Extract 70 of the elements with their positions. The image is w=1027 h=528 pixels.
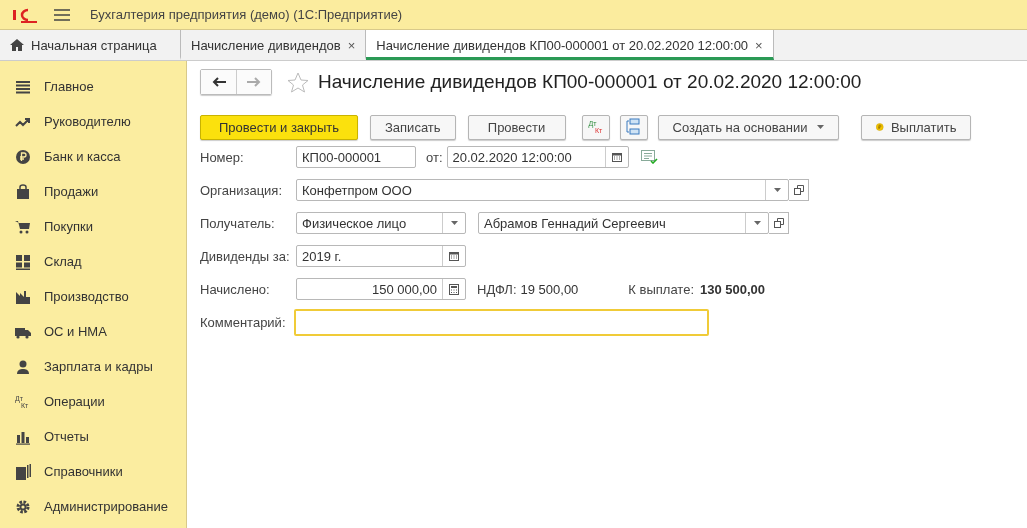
sidebar-item[interactable]: Справочники [0,454,186,489]
open-icon [773,218,784,228]
sidebar-item[interactable]: Покупки [0,209,186,244]
sidebar-item[interactable]: Зарплата и кадры [0,349,186,384]
home-icon [10,39,24,51]
field-label: Номер: [200,149,245,165]
toolbar-button[interactable]: Записать [370,114,456,140]
open-icon [793,185,804,195]
calendar-icon[interactable] [611,152,622,162]
close-icon[interactable]: × [755,37,763,53]
sidebar-item[interactable]: Производство [0,279,186,314]
list-icon [15,78,31,95]
note-check-icon[interactable] [640,150,658,164]
back-button[interactable] [201,70,236,94]
structure-icon [625,118,642,136]
calculator-icon[interactable] [449,283,459,295]
sidebar-item[interactable]: Отчеты [0,419,186,454]
field-label: К выплате: [628,281,694,297]
menu-icon[interactable] [54,8,70,21]
left-arrow-icon [211,77,226,87]
accrued-field[interactable]: 150 000,00 [296,278,466,300]
field-label: Получатель: [200,215,276,231]
field-label: от: [426,149,443,165]
recipient-type-field[interactable]: Физическое лицо [296,212,466,234]
calendar-icon[interactable] [449,251,459,261]
factory-icon [15,288,31,305]
field-label: Комментарий: [200,314,287,330]
logo-icon [12,6,38,23]
open-button[interactable] [769,212,789,234]
date-field[interactable]: 20.02.2020 12:00:00 [446,146,629,168]
dropdown-icon[interactable] [773,188,781,192]
sidebar-item[interactable]: Администрирование [0,489,186,524]
create-based-on-button[interactable]: Создать на основании [657,114,840,140]
document-title: Начисление дивидендов КП00-000001 от 20.02.2020 12:00:00 [318,71,862,93]
organization-field[interactable]: Конфетпром ООО [296,179,789,201]
tab[interactable]: Начисление дивидендов КП00-000001 от 20.02.2020 12:00:00 × [366,30,774,60]
cart-icon [15,218,31,235]
person-icon [15,358,31,375]
period-field[interactable]: 2019 г. [296,245,466,267]
dropdown-icon[interactable] [753,221,761,225]
bag-icon [15,183,31,200]
grid-icon [15,253,31,270]
right-arrow-icon [247,77,261,87]
window-title: Бухгалтерия предприятия (демо) (1С:Предприятие) [90,7,403,22]
gear-icon [15,498,31,515]
books-icon [15,463,31,480]
number-field[interactable]: КП00-000001 [296,146,416,168]
sidebar-item[interactable]: Руководителю [0,104,186,139]
open-button[interactable] [789,179,809,201]
payout-value: 130 500,00 [700,281,766,297]
pay-button[interactable]: Выплатить [861,114,972,140]
field-label: Организация: [200,182,284,198]
sidebar-item[interactable]: Склад [0,244,186,279]
sidebar-item[interactable]: Продажи [0,174,186,209]
comment-field[interactable] [294,308,709,336]
sidebar-item[interactable]: Банк и касса [0,139,186,174]
dropdown-icon[interactable] [450,221,458,225]
post-and-close-button[interactable]: Провести и закрыть [200,114,358,140]
sidebar-item[interactable]: ОС и НМА [0,314,186,349]
sidebar-item[interactable]: Главное [0,69,186,104]
toolbar-button[interactable]: Провести [467,114,566,140]
tax-value: 19 500,00 [520,281,579,297]
field-label: Начислено: [200,281,271,297]
field-label: НДФЛ: [477,281,517,297]
caret-icon [817,125,825,129]
field-label: Дивиденды за: [200,248,291,264]
recipient-field[interactable]: Абрамов Геннадий Сергеевич [478,212,769,234]
close-icon[interactable]: × [347,37,356,53]
star-icon[interactable] [287,71,309,93]
ruble-icon [15,148,31,165]
